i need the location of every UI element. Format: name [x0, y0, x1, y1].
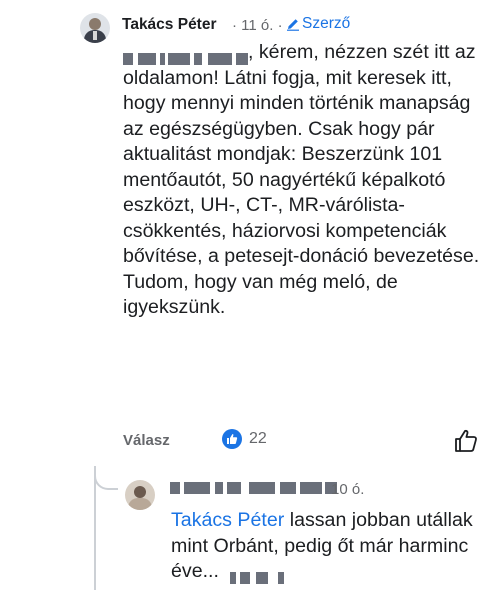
comment-text: , kérem, nézzen szét itt az oldalamon! L… — [123, 41, 480, 318]
reply-thread-connector — [94, 466, 118, 490]
redacted-mention — [123, 46, 248, 65]
redacted-text — [224, 565, 285, 584]
reaction-summary[interactable]: 22 — [222, 429, 267, 449]
reaction-count: 22 — [249, 430, 267, 447]
replier-avatar[interactable] — [125, 480, 155, 510]
reply-button[interactable]: Válasz — [123, 432, 170, 449]
comment-time[interactable]: · 11 ó. · — [232, 17, 283, 34]
redacted-replier-name[interactable] — [170, 479, 337, 494]
comment-author-name[interactable]: Takács Péter — [122, 16, 217, 34]
mention-link[interactable]: Takács Péter — [171, 509, 284, 531]
reply-thread-line — [94, 470, 96, 590]
reply-time[interactable]: 10 ó. — [331, 481, 364, 498]
pencil-icon — [287, 19, 299, 31]
author-avatar[interactable] — [80, 13, 110, 43]
reply-text: Takács Péter lassan jobban utállak mint … — [171, 509, 473, 584]
author-badge: Szerző — [286, 15, 350, 33]
thumbs-up-icon — [222, 429, 242, 449]
thumbs-up-outline-icon[interactable] — [453, 428, 479, 454]
